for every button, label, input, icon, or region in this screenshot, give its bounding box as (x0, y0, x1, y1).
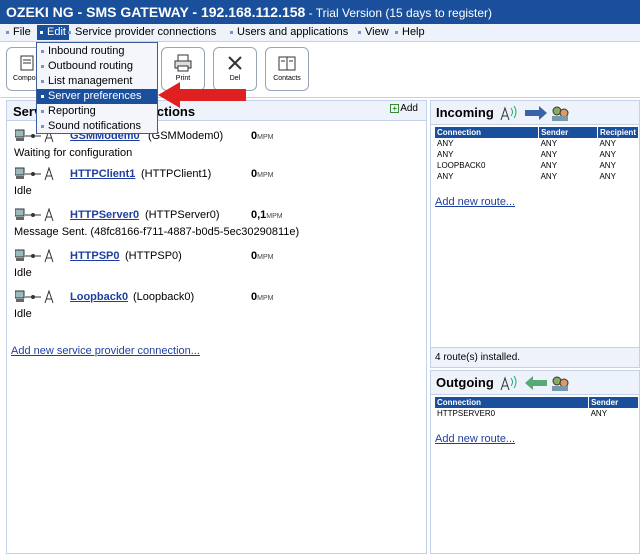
connection-rate: 0MPM (251, 291, 274, 303)
column-header: Connection (435, 397, 590, 408)
incoming-routes-count: 4 route(s) installed. (431, 347, 639, 367)
compose-icon (20, 55, 34, 71)
contacts-button[interactable]: Contacts (265, 47, 309, 91)
title-bar: OZEKI NG - SMS GATEWAY - 192.168.112.158… (0, 0, 640, 24)
incoming-routes-panel: Incoming Connection Sender Recipient ANY… (430, 100, 640, 368)
add-service-provider-link[interactable]: Add new service provider connection... (11, 345, 200, 357)
add-connection-button[interactable]: + Add (390, 103, 418, 114)
column-header: Sender (588, 397, 639, 408)
connection-link-httpserver0[interactable]: HTTPServer0 (70, 209, 139, 221)
connection-link-httpclient1[interactable]: HTTPClient1 (70, 168, 135, 180)
incoming-add-route-wrap: Add new route... (435, 196, 515, 208)
menu-item-reporting[interactable]: Reporting (37, 104, 157, 119)
connection-status-icon (15, 290, 54, 304)
connection-status: Idle (14, 308, 32, 320)
incoming-add-route-link[interactable]: Add new route... (435, 196, 515, 208)
connection-status: Idle (14, 267, 32, 279)
connection-rate: 0MPM (251, 130, 274, 142)
table-row[interactable]: LOOPBACK0 ANY ANY (435, 160, 639, 171)
outgoing-flow-icon (500, 375, 569, 391)
menu-file[interactable]: File (6, 26, 31, 38)
trial-notice: - Trial Version (15 days to register) (305, 6, 493, 20)
connection-item: HTTPSP0 (HTTPSP0) 0MPM Idle (13, 249, 423, 279)
connection-type: (HTTPServer0) (145, 209, 220, 221)
printer-icon (174, 54, 192, 72)
connection-rate: 0MPM (251, 168, 274, 180)
plus-icon: + (390, 104, 400, 113)
column-header: Sender (538, 127, 598, 138)
connection-status-icon (15, 249, 54, 263)
contacts-book-icon (278, 56, 296, 71)
outgoing-title: Outgoing (436, 375, 494, 390)
service-provider-panel: Service provider connections +Add GSMMod… (6, 100, 427, 554)
menu-item-inbound-routing[interactable]: Inbound routing (37, 44, 157, 59)
menu-view[interactable]: View (358, 26, 389, 38)
connection-status: Idle (14, 185, 32, 197)
connection-link-loopback0[interactable]: Loopback0 (70, 291, 128, 303)
red-arrow-indicator (158, 82, 246, 108)
menu-item-list-management[interactable]: List management (37, 74, 157, 89)
connection-link-httpsp0[interactable]: HTTPSP0 (70, 250, 120, 262)
menu-item-sound-notifications[interactable]: Sound notifications (37, 119, 157, 134)
connection-rate: 0MPM (251, 250, 274, 262)
table-row[interactable]: HTTPSERVER0 ANY (435, 408, 639, 419)
menu-service-provider-connections[interactable]: Service provider connections (68, 26, 216, 38)
connection-type: (Loopback0) (133, 291, 195, 303)
incoming-flow-icon (500, 105, 569, 121)
add-service-provider-link-wrap: Add new service provider connection... (11, 345, 200, 357)
column-header: Recipient (597, 127, 639, 138)
connection-item: HTTPServer0 (HTTPServer0) 0,1MPM Message… (13, 208, 423, 238)
connection-status-icon (15, 208, 54, 222)
outgoing-add-route-wrap: Add new route... (435, 433, 515, 445)
incoming-routes-table: Connection Sender Recipient ANY ANY ANY AN… (435, 127, 639, 182)
delete-icon (228, 56, 242, 70)
connection-item: HTTPClient1 (HTTPClient1) 0MPM Idle (13, 167, 423, 197)
app-title: OZEKI NG - SMS GATEWAY - 192.168.112.158 (6, 4, 306, 20)
menu-help[interactable]: Help (395, 26, 425, 38)
outgoing-header: Outgoing (431, 371, 639, 395)
outgoing-routes-panel: Outgoing Connection Sender HTTPSERVER0 AN… (430, 370, 640, 554)
outgoing-add-route-link[interactable]: Add new route... (435, 433, 515, 445)
menu-item-outbound-routing[interactable]: Outbound routing (37, 59, 157, 74)
table-row[interactable]: ANY ANY ANY (435, 171, 639, 182)
table-row[interactable]: ANY ANY ANY (435, 149, 639, 160)
connection-status: Waiting for configuration (14, 147, 133, 159)
connection-item: Loopback0 (Loopback0) 0MPM Idle (13, 290, 423, 320)
connection-status: Message Sent. (48fc8166-f711-4887-b0d5-5… (14, 226, 300, 238)
menu-users-and-applications[interactable]: Users and applications (230, 26, 348, 38)
connection-status-icon (15, 167, 54, 181)
incoming-title: Incoming (436, 105, 494, 120)
connection-rate: 0,1MPM (251, 209, 283, 221)
menu-edit[interactable]: Edit (37, 25, 69, 40)
connection-type: (HTTPSP0) (125, 250, 182, 262)
menu-bar: File Edit Service provider connections U… (0, 24, 640, 42)
connection-type: (HTTPClient1) (141, 168, 212, 180)
menu-item-server-preferences[interactable]: Server preferences (37, 89, 157, 104)
incoming-header: Incoming (431, 101, 639, 125)
column-header: Connection (435, 127, 540, 138)
outgoing-routes-table: Connection Sender HTTPSERVER0 ANY (435, 397, 639, 419)
edit-dropdown-menu: Inbound routing Outbound routing List ma… (36, 42, 158, 134)
connection-type: (GSMModem0) (148, 130, 224, 142)
table-row[interactable]: ANY ANY ANY (435, 138, 639, 149)
